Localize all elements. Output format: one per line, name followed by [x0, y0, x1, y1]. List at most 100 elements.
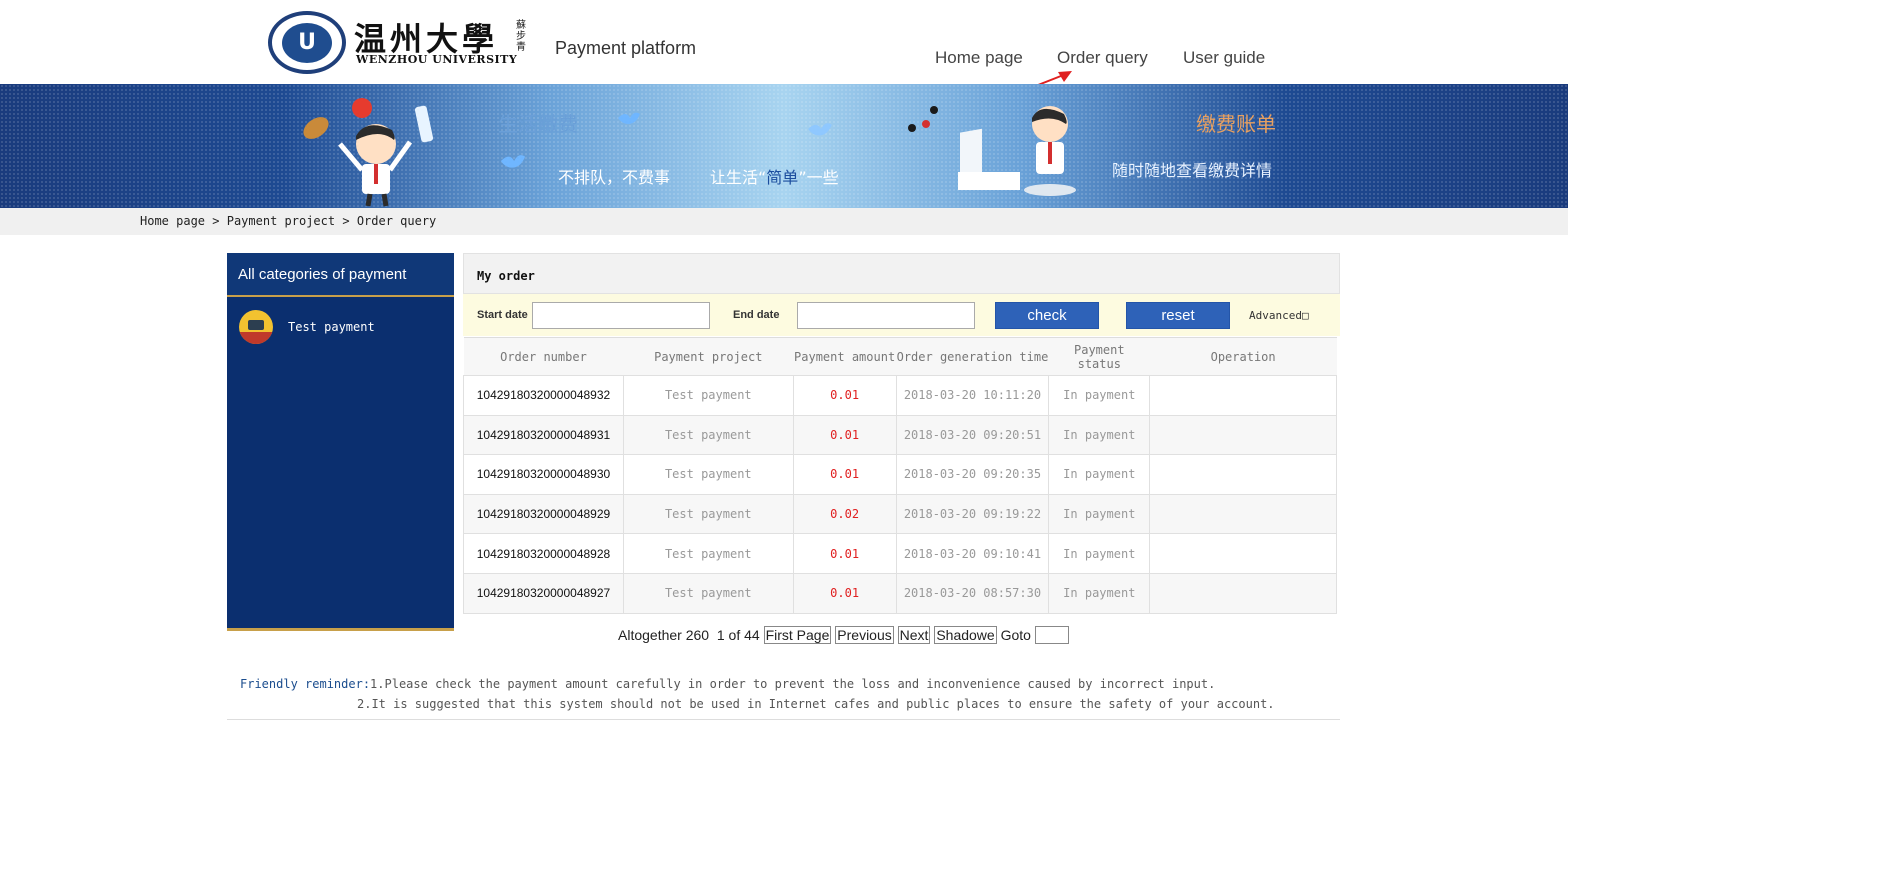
hero-banner: 生活缴费 不排队，不费事 让生活“简单”一些 缴费账单 随时随地查看缴费详情 — [0, 84, 1568, 208]
banner-left-title: 生活缴费 — [498, 112, 578, 136]
start-date-label: Start date — [477, 309, 528, 321]
order-panel: My order Start date End date check reset… — [463, 253, 1340, 614]
emblem-icon: U — [268, 11, 346, 74]
order-number: 10429180320000048932 — [463, 375, 624, 416]
bird-icon — [500, 155, 526, 168]
payment-amount: 0.01 — [792, 533, 897, 574]
payment-status: In payment — [1048, 454, 1151, 495]
order-number: 10429180320000048927 — [463, 572, 624, 614]
previous-page-button[interactable]: Previous — [835, 626, 894, 644]
payment-project: Test payment — [622, 454, 794, 495]
banner-slogan-2: 让生活“简单”一些 — [710, 168, 839, 187]
breadcrumb-separator: > — [342, 214, 350, 228]
column-header: Payment project — [623, 337, 794, 376]
reminder-text-2: 2.It is suggested that this system shoul… — [357, 697, 1275, 711]
nav-home-page[interactable]: Home page — [935, 48, 1023, 68]
bird-icon — [618, 112, 640, 124]
operation-cell — [1149, 375, 1337, 416]
table-row: 10429180320000048931 Test payment 0.01 2… — [463, 414, 1337, 456]
last-page-button[interactable]: Shadowe — [934, 626, 997, 644]
payment-amount: 0.01 — [792, 454, 897, 495]
reset-button[interactable]: reset — [1126, 302, 1230, 329]
banner-slogan: 不排队，不费事 — [558, 168, 671, 187]
footer-divider — [227, 719, 1340, 720]
orders-table: Order number Payment project Payment amo… — [463, 337, 1337, 614]
operation-cell — [1149, 533, 1337, 574]
payment-project: Test payment — [622, 414, 794, 456]
table-row: 10429180320000048932 Test payment 0.01 2… — [463, 375, 1337, 416]
university-logo[interactable]: U 温州大學 WENZHOU UNIVERSITY 蘇步青 — [268, 10, 530, 76]
payment-status: In payment — [1048, 493, 1151, 535]
breadcrumb-separator: > — [212, 214, 220, 228]
order-number: 10429180320000048929 — [463, 493, 624, 535]
payment-project: Test payment — [622, 572, 794, 614]
payment-amount: 0.01 — [792, 375, 897, 416]
page-indicator: 1 of 44 — [716, 627, 760, 643]
breadcrumb-payment-project[interactable]: Payment project — [227, 214, 335, 228]
order-number: 10429180320000048930 — [463, 454, 624, 495]
table-row: 10429180320000048929 Test payment 0.02 2… — [463, 493, 1337, 535]
reminder-line-1: Friendly reminder:1.Please check the pay… — [240, 677, 1215, 691]
column-header: Payment amount — [793, 337, 897, 376]
next-page-button[interactable]: Next — [897, 626, 931, 644]
first-page-button[interactable]: First Page — [763, 626, 832, 644]
column-header: Order generation time — [896, 337, 1049, 376]
goto-page-input[interactable] — [1034, 626, 1069, 644]
operation-cell — [1149, 572, 1337, 614]
breadcrumb: Home page > Payment project > Order quer… — [140, 214, 436, 228]
sidebar-title: All categories of payment — [227, 253, 454, 297]
payment-status: In payment — [1048, 375, 1151, 416]
column-header: Order number — [463, 337, 624, 376]
breadcrumb-home[interactable]: Home page — [140, 214, 205, 228]
payment-status: In payment — [1048, 572, 1151, 614]
payment-project: Test payment — [622, 533, 794, 574]
order-number: 10429180320000048931 — [463, 414, 624, 456]
total-count: Altogether 260 — [618, 627, 710, 643]
platform-title: Payment platform — [555, 38, 697, 58]
end-date-label: End date — [733, 309, 780, 321]
payment-status: In payment — [1048, 414, 1151, 456]
order-time: 2018-03-20 08:57:30 — [895, 572, 1050, 614]
check-button[interactable]: check — [995, 302, 1099, 329]
banner-right-subtitle: 随时随地查看缴费详情 — [1112, 161, 1273, 180]
header: U 温州大學 WENZHOU UNIVERSITY 蘇步青 Payment pl… — [0, 0, 1568, 84]
table-row: 10429180320000048930 Test payment 0.01 2… — [463, 454, 1337, 495]
payment-amount: 0.01 — [792, 572, 897, 614]
order-time: 2018-03-20 10:11:20 — [895, 375, 1050, 416]
payment-amount: 0.02 — [792, 493, 897, 535]
order-number: 10429180320000048928 — [463, 533, 624, 574]
payment-amount: 0.01 — [792, 414, 897, 456]
end-date-input[interactable] — [797, 302, 975, 329]
reminder-label: Friendly reminder: — [240, 677, 371, 691]
table-header-row: Order number Payment project Payment amo… — [463, 337, 1337, 376]
nav-order-query[interactable]: Order query — [1057, 48, 1148, 68]
table-row: 10429180320000048928 Test payment 0.01 2… — [463, 533, 1337, 574]
order-time: 2018-03-20 09:20:51 — [895, 414, 1050, 456]
order-time: 2018-03-20 09:20:35 — [895, 454, 1050, 495]
filter-bar: Start date End date check reset Advanced… — [463, 294, 1340, 336]
payment-project: Test payment — [622, 375, 794, 416]
cartoon-computer-user-icon — [958, 106, 1076, 196]
operation-cell — [1149, 493, 1337, 535]
column-header: Payment status — [1048, 337, 1150, 376]
operation-cell — [1149, 414, 1337, 456]
goto-label: Goto — [1000, 627, 1031, 643]
payment-status: In payment — [1048, 533, 1151, 574]
music-notes-icon — [908, 106, 938, 132]
table-row: 10429180320000048927 Test payment 0.01 2… — [463, 572, 1337, 614]
payment-project: Test payment — [622, 493, 794, 535]
cartoon-boy-juggling-icon — [303, 98, 434, 207]
panel-title: My order — [477, 269, 535, 283]
pagination: Altogether 260 1 of 44 First Page Previo… — [618, 626, 1069, 644]
computer-icon — [239, 310, 273, 344]
order-time: 2018-03-20 09:19:22 — [895, 493, 1050, 535]
nav-user-guide[interactable]: User guide — [1183, 48, 1265, 68]
breadcrumb-order-query: Order query — [356, 214, 437, 228]
panel-header: My order — [463, 253, 1340, 294]
order-time: 2018-03-20 09:10:41 — [895, 533, 1050, 574]
advanced-search-link[interactable]: Advanced□ — [1249, 309, 1309, 322]
sidebar-item-test-payment[interactable]: Test payment — [239, 310, 439, 344]
category-sidebar: All categories of payment Test payment — [227, 253, 454, 631]
start-date-input[interactable] — [532, 302, 710, 329]
breadcrumb-bar: Home page > Payment project > Order quer… — [0, 208, 1568, 235]
